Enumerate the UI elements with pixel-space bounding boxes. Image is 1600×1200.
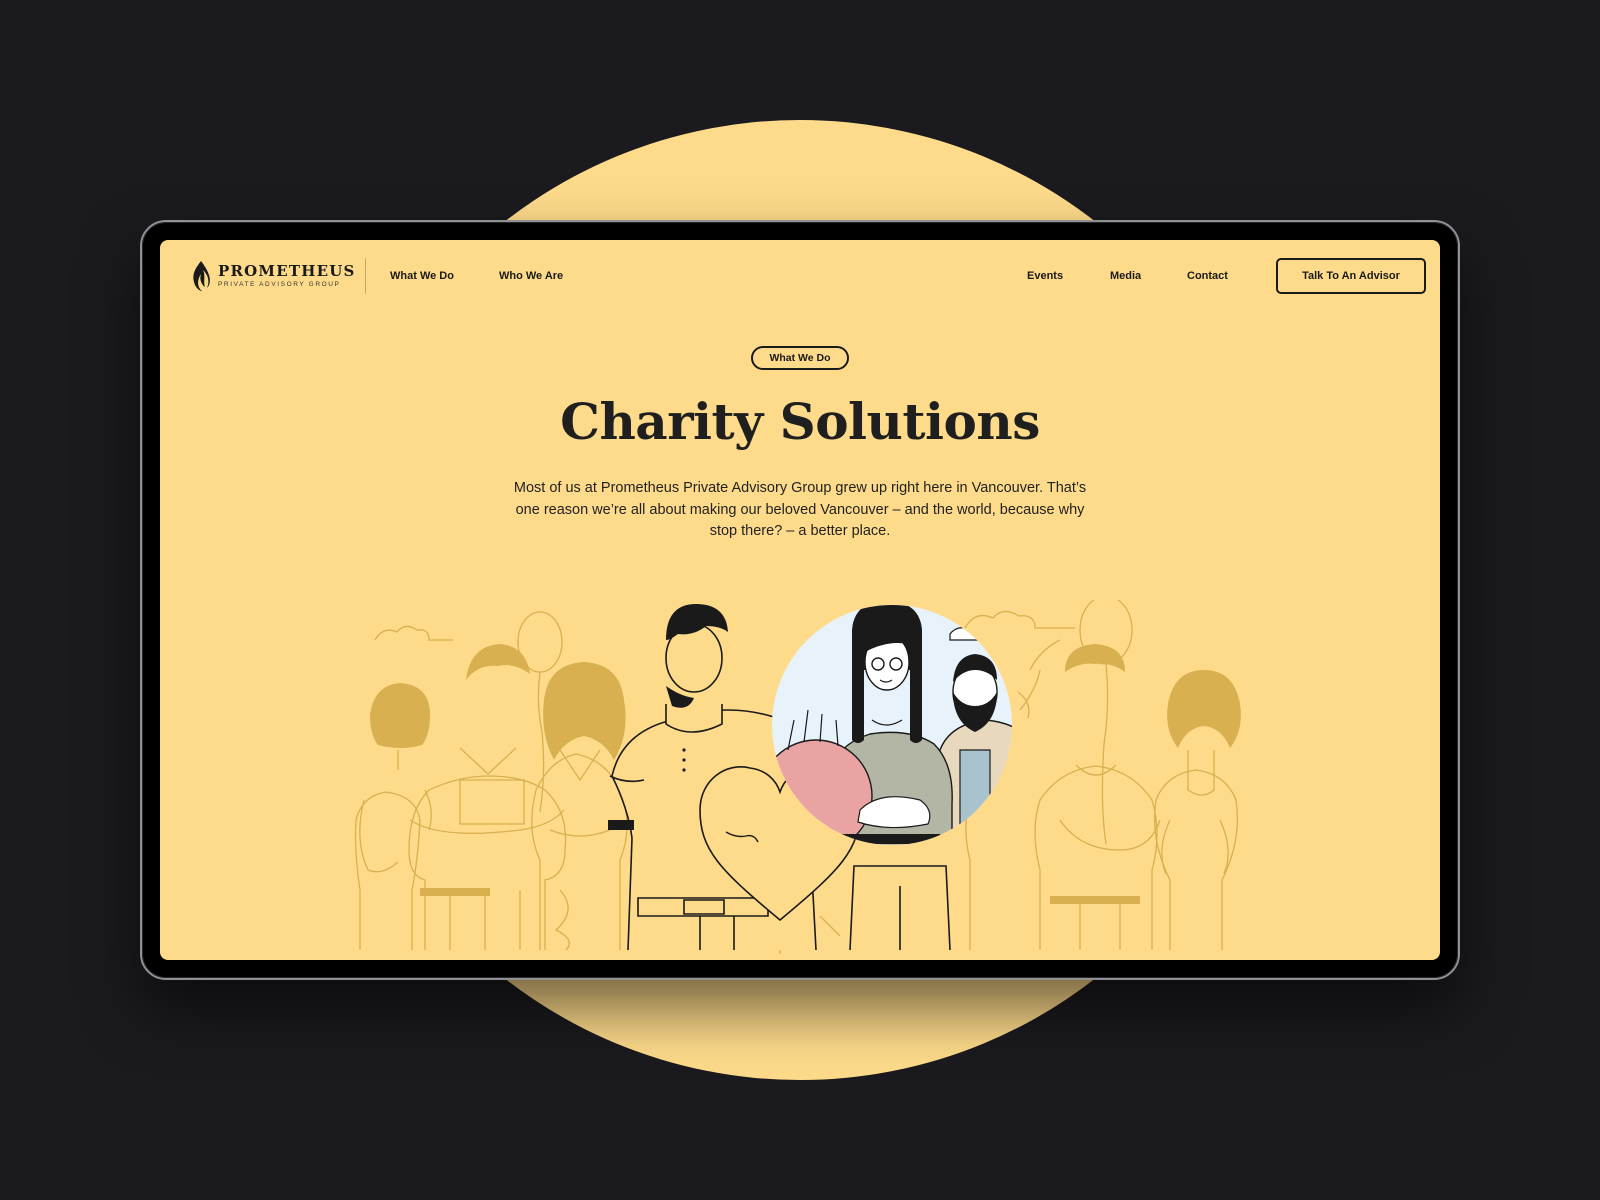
website-screen: PROMETHEUS PRIVATE ADVISORY GROUP What W… bbox=[160, 240, 1440, 960]
brand-logo[interactable]: PROMETHEUS PRIVATE ADVISORY GROUP bbox=[190, 260, 356, 292]
page-title: Charity Solutions bbox=[560, 392, 1040, 451]
nav-who-we-are[interactable]: Who We Are bbox=[499, 270, 563, 282]
flame-icon bbox=[193, 261, 210, 291]
hero-description: Most of us at Prometheus Private Advisor… bbox=[513, 480, 1087, 539]
talk-to-advisor-button[interactable]: Talk To An Advisor bbox=[1276, 258, 1426, 294]
community-illustration bbox=[354, 600, 1241, 954]
nav-media[interactable]: Media bbox=[1110, 270, 1141, 282]
nav-events[interactable]: Events bbox=[1027, 270, 1063, 282]
header-divider bbox=[365, 258, 366, 294]
nav-what-we-do[interactable]: What We Do bbox=[390, 270, 454, 282]
nav-contact[interactable]: Contact bbox=[1187, 270, 1228, 282]
laptop-frame: PROMETHEUS PRIVATE ADVISORY GROUP What W… bbox=[140, 220, 1460, 980]
brand-name: PROMETHEUS bbox=[218, 262, 356, 280]
eyebrow-badge: What We Do bbox=[751, 346, 849, 370]
brand-tagline: PRIVATE ADVISORY GROUP bbox=[218, 281, 341, 288]
